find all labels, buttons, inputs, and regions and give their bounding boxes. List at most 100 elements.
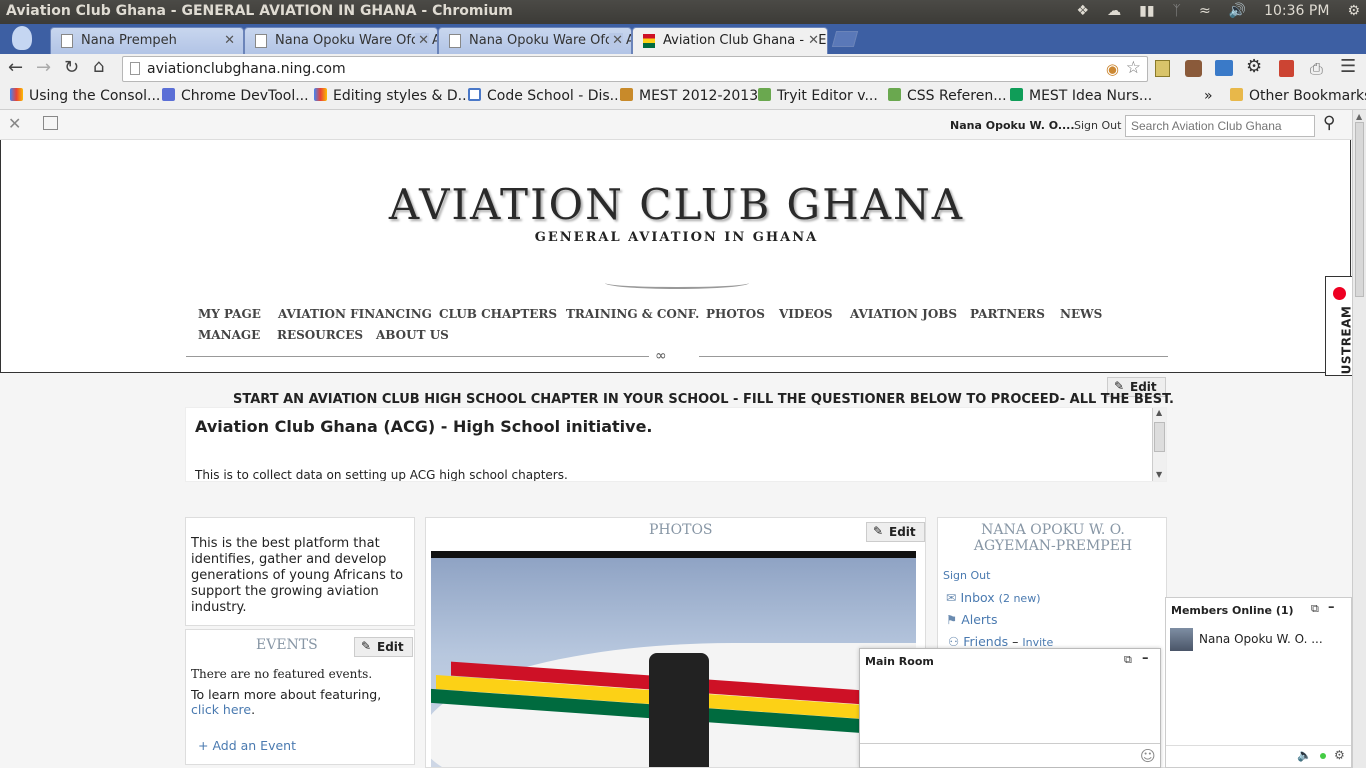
profile-sign-out-link[interactable]: Sign Out [943,569,990,582]
tab-aviation-club[interactable]: Aviation Club Ghana - GEN ✕ [632,27,828,54]
pdf-extension-icon[interactable] [1279,60,1294,77]
click-here-link[interactable]: click here [191,702,251,717]
ning-user-name[interactable]: Nana Opoku W. O.... [950,119,1075,132]
scroll-up-icon[interactable]: ▲ [1156,408,1162,417]
ning-sign-out-link[interactable]: Sign Out [1074,119,1121,132]
scroll-down-icon[interactable]: ▼ [1156,470,1162,479]
emoticon-icon[interactable]: ☺ [1140,747,1156,765]
chat-settings-icon[interactable]: ⚙ [1334,748,1345,762]
minimize-icon[interactable]: – [1328,600,1335,615]
battery-icon[interactable]: ▮▮ [1139,3,1154,19]
bookmark-item[interactable]: CSS Referen... [888,88,1007,104]
nav-photos[interactable]: PHOTOS [706,307,765,321]
bookmark-item[interactable]: Editing styles & D... [314,88,471,104]
edit-photos-button[interactable]: Edit [866,522,925,542]
gear-icon[interactable]: ⚙ [1347,3,1360,19]
window-titlebar: Aviation Club Ghana - GENERAL AVIATION I… [0,0,1366,24]
add-event-link[interactable]: + Add an Event [198,738,296,753]
nav-aviation-jobs[interactable]: AVIATION JOBS [850,307,957,321]
close-tab-icon[interactable]: ✕ [224,33,235,48]
bookmarks-overflow-button[interactable]: » [1204,88,1213,104]
close-tab-icon[interactable]: ✕ [805,33,819,48]
chat-input[interactable] [860,743,1160,767]
inbox-new-count[interactable]: (2 new) [999,592,1041,605]
notes-extension-icon[interactable] [1155,60,1170,77]
nav-resources[interactable]: RESOURCES [277,328,363,342]
member-row[interactable]: Nana Opoku W. O. ... [1170,628,1348,652]
nav-manage[interactable]: MANAGE [198,328,260,342]
wifi-icon[interactable]: ≈ [1199,3,1211,19]
embedded-form[interactable]: Aviation Club Ghana (ACG) - High School … [185,407,1167,482]
site-search-input[interactable] [1125,115,1315,137]
nav-aviation-financing[interactable]: AVIATION FINANCING [278,307,432,321]
bookmark-item[interactable]: Tryit Editor v... [758,88,878,104]
nav-videos[interactable]: VIDEOS [779,307,833,321]
nav-my-page[interactable]: MY PAGE [198,307,261,321]
scroll-thumb[interactable] [1154,422,1165,452]
settings-extension-icon[interactable]: ⚙ [1246,56,1262,77]
search-icon[interactable]: ⚲ [1323,113,1335,133]
popout-icon[interactable]: ⧉ [1124,653,1132,667]
system-tray: ❖ ☁ ▮▮ ᛉ ≈ 🔊 10:36 PM ⚙ [1077,3,1360,19]
scroll-up-icon[interactable]: ▲ [1356,112,1362,121]
tab-nana-opoku-2[interactable]: Nana Opoku Ware Ofori A ✕ [438,27,632,54]
bookmark-item[interactable]: MEST 2012-2013 [620,88,758,104]
ghana-favicon-icon [643,34,655,48]
inbox-item[interactable]: ✉ Inbox (2 new) [946,590,1041,605]
nav-news[interactable]: NEWS [1060,307,1102,321]
reload-button[interactable]: ↻ [64,57,79,78]
new-tab-button[interactable] [831,31,859,47]
inbox-link[interactable]: Inbox [960,590,994,605]
alerts-item[interactable]: ⚑ Alerts [946,612,997,627]
tools-icon[interactable]: ✕ [8,114,21,133]
edit-events-button[interactable]: Edit [354,637,413,657]
printer-extension-icon[interactable]: ⎙ [1310,59,1323,79]
minimize-icon[interactable]: – [1142,651,1149,666]
bookmark-item[interactable]: MEST Idea Nurs... [1010,88,1152,104]
close-tab-icon[interactable]: ✕ [415,33,429,48]
member-name: Nana Opoku W. O. ... [1199,632,1323,646]
ustream-widget[interactable]: USTREAM [1325,276,1353,376]
nav-training-conf[interactable]: TRAINING & CONF. [566,307,699,321]
scroll-thumb[interactable] [1355,122,1364,297]
friends-link[interactable]: Friends [963,634,1008,649]
bookmark-item[interactable]: Using the Consol... [10,88,160,104]
back-button[interactable]: ← [8,57,23,78]
instagram-extension-icon[interactable] [1185,60,1202,77]
forward-button[interactable]: → [36,57,51,78]
tab-nana-opoku-1[interactable]: Nana Opoku Ware Ofori A ✕ [244,27,438,54]
home-button[interactable]: ⌂ [93,56,104,77]
tab-nana-prempeh[interactable]: Nana Prempeh ✕ [50,27,244,54]
address-bar[interactable]: aviationclubghana.ning.com ◉ ☆ [122,56,1148,82]
friends-item[interactable]: ⚇ Friends – Invite [948,634,1053,649]
popout-icon[interactable]: ⧉ [1311,602,1319,616]
blocked-cookie-icon[interactable]: ◉ [1106,60,1119,78]
online-status-icon[interactable] [1320,753,1326,759]
screen-capture-extension-icon[interactable] [1215,60,1233,76]
chat-main-room[interactable]: Main Room ⧉ – ☺ [859,648,1161,768]
dropbox-icon[interactable]: ❖ [1077,3,1090,19]
site-tagline: GENERAL AVIATION IN GHANA [534,230,819,245]
star-icon[interactable]: ☆ [1126,58,1141,78]
close-tab-icon[interactable]: ✕ [609,33,623,48]
alerts-link[interactable]: Alerts [961,612,997,627]
other-bookmarks-folder[interactable]: Other Bookmarks [1230,88,1366,104]
nav-partners[interactable]: PARTNERS [970,307,1045,321]
featured-photo[interactable] [431,551,916,767]
profile-name[interactable]: NANA OPOKU W. O. AGYEMAN-PREMPEH [943,522,1163,554]
menu-icon[interactable]: ☰ [1340,56,1356,77]
site-title[interactable]: AVIATION CLUB GHANA [1,180,1352,229]
bookmark-item[interactable]: Chrome DevTool... [162,88,309,104]
sound-icon[interactable]: 🔈 [1297,748,1312,762]
clock[interactable]: 10:36 PM [1264,3,1329,19]
cloud-icon[interactable]: ☁ [1107,3,1121,19]
nav-about-us[interactable]: ABOUT US [376,328,449,342]
volume-icon[interactable]: 🔊 [1229,3,1246,19]
form-scrollbar[interactable]: ▲ ▼ [1152,408,1166,481]
nav-club-chapters[interactable]: CLUB CHAPTERS [439,307,557,321]
layout-icon[interactable] [43,116,58,130]
bookmark-item[interactable]: Code School - Dis... [468,88,623,104]
bluetooth-icon[interactable]: ᛉ [1173,3,1181,19]
events-box: EVENTS Edit There are no featured events… [185,629,415,765]
page-scrollbar[interactable]: ▲ [1352,110,1366,768]
